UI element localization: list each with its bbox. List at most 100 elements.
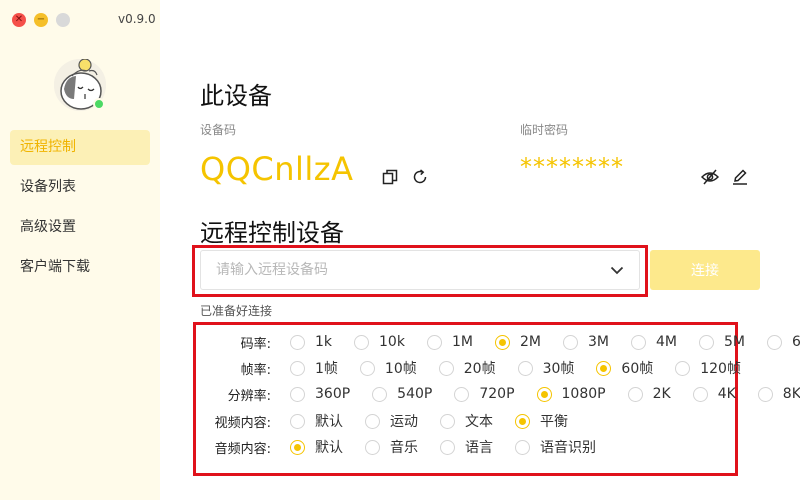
- bitrate-option[interactable]: 10k: [354, 334, 405, 350]
- sidebar-item-device-list[interactable]: 设备列表: [10, 170, 150, 205]
- radio-button[interactable]: [290, 386, 305, 402]
- resolution-option[interactable]: 8K: [757, 386, 800, 402]
- radio-button[interactable]: [372, 386, 388, 402]
- window-maximize-button[interactable]: [56, 13, 70, 27]
- audio-content-option[interactable]: 默认: [290, 437, 343, 457]
- radio-button[interactable]: [698, 334, 714, 350]
- radio-button[interactable]: [596, 360, 612, 376]
- radio-label: 540P: [397, 386, 433, 402]
- radio-label: 语言: [465, 440, 493, 456]
- main-panel: 此设备 设备码 临时密码 QQCnllzA ******** 远程控制设备 请输…: [160, 0, 800, 500]
- bitrate-option[interactable]: 5M: [698, 334, 745, 350]
- sidebar-item-client-download[interactable]: 客户端下载: [10, 250, 150, 285]
- framerate-option[interactable]: 60帧: [596, 358, 653, 378]
- radio-button[interactable]: [290, 439, 305, 455]
- radio-button[interactable]: [354, 334, 370, 350]
- framerate-option[interactable]: 120帧: [675, 358, 741, 378]
- radio-button[interactable]: [630, 334, 646, 350]
- radio-label: 3M: [587, 334, 609, 350]
- radio-label: 10帧: [384, 361, 417, 377]
- window-close-button[interactable]: ✕: [12, 13, 26, 27]
- radio-button[interactable]: [438, 360, 454, 376]
- radio-label: 运动: [390, 414, 418, 430]
- radio-button[interactable]: [675, 360, 691, 376]
- radio-label: 8K: [782, 386, 800, 402]
- radio-label: 720P: [479, 386, 515, 402]
- refresh-device-code-button[interactable]: [410, 167, 430, 187]
- sidebar-item-remote-control[interactable]: 远程控制: [10, 130, 150, 165]
- resolution-option[interactable]: 4K: [692, 386, 736, 402]
- video-content-option[interactable]: 默认: [290, 411, 343, 431]
- edit-password-button[interactable]: [730, 167, 750, 187]
- video-content-option[interactable]: 文本: [440, 411, 493, 431]
- radio-label: 360P: [315, 386, 351, 402]
- bitrate-option[interactable]: 3M: [562, 334, 609, 350]
- radio-label: 音乐: [390, 440, 418, 456]
- window-minimize-button[interactable]: −: [34, 13, 48, 27]
- radio-button[interactable]: [627, 386, 643, 402]
- bitrate-label: 码率:: [240, 336, 271, 352]
- radio-button[interactable]: [365, 439, 380, 455]
- sidebar-item-advanced-settings[interactable]: 高级设置: [10, 210, 150, 245]
- remote-device-select[interactable]: [200, 250, 640, 290]
- connect-button[interactable]: 连接: [650, 250, 760, 290]
- radio-label: 30帧: [542, 361, 575, 377]
- device-code-value: QQCnllzA: [200, 150, 354, 188]
- video-content-option[interactable]: 平衡: [515, 411, 568, 431]
- resolution-option[interactable]: 1080P: [536, 386, 606, 402]
- bitrate-option[interactable]: 4M: [630, 334, 677, 350]
- radio-button[interactable]: [562, 334, 578, 350]
- radio-button[interactable]: [359, 360, 375, 376]
- sidebar: ✕ − v0.9.0 远程控制 设备列表 高级设置 客户端下载: [0, 0, 160, 500]
- bitrate-option[interactable]: 6M: [766, 334, 800, 350]
- video-content-radio-group: 默认 运动 文本 平衡: [290, 411, 568, 431]
- radio-button[interactable]: [515, 413, 530, 429]
- bitrate-option[interactable]: 1k: [290, 334, 332, 350]
- refresh-icon: [413, 169, 427, 184]
- remote-control-title: 远程控制设备: [200, 219, 344, 247]
- resolution-option[interactable]: 360P: [290, 386, 350, 402]
- resolution-option[interactable]: 720P: [454, 386, 515, 402]
- radio-button[interactable]: [454, 386, 470, 402]
- resolution-option[interactable]: 540P: [372, 386, 432, 402]
- framerate-option[interactable]: 20帧: [438, 358, 496, 378]
- audio-content-option[interactable]: 音乐: [365, 437, 418, 457]
- radio-button[interactable]: [426, 334, 442, 350]
- video-content-option[interactable]: 运动: [365, 411, 418, 431]
- this-device-title: 此设备: [200, 82, 272, 110]
- radio-button[interactable]: [536, 386, 552, 402]
- temp-password-value: ********: [520, 153, 624, 181]
- radio-label: 10k: [379, 334, 405, 350]
- radio-button[interactable]: [517, 360, 533, 376]
- resolution-label: 分辨率:: [227, 388, 271, 404]
- bitrate-option[interactable]: 2M: [494, 334, 541, 350]
- copy-device-code-button[interactable]: [380, 167, 400, 187]
- chevron-down-icon[interactable]: [609, 262, 625, 278]
- framerate-option[interactable]: 1帧: [290, 358, 338, 378]
- radio-button[interactable]: [515, 439, 530, 455]
- toggle-password-visibility-button[interactable]: [700, 167, 720, 187]
- radio-button[interactable]: [692, 386, 708, 402]
- radio-label: 默认: [315, 414, 343, 430]
- radio-label: 4K: [717, 386, 736, 402]
- radio-button[interactable]: [440, 439, 455, 455]
- remote-device-code-input[interactable]: [201, 251, 601, 289]
- framerate-option[interactable]: 30帧: [517, 358, 575, 378]
- radio-button[interactable]: [290, 334, 305, 350]
- radio-button[interactable]: [440, 413, 455, 429]
- framerate-option[interactable]: 10帧: [359, 358, 417, 378]
- radio-button[interactable]: [766, 334, 782, 350]
- bitrate-option[interactable]: 1M: [426, 334, 473, 350]
- radio-button[interactable]: [757, 386, 773, 402]
- radio-button[interactable]: [290, 360, 305, 376]
- bitrate-radio-group: 1k 10k 1M 2M 3M 4M 5M 6M: [290, 334, 800, 350]
- audio-content-option[interactable]: 语音识别: [515, 437, 596, 457]
- radio-button[interactable]: [494, 334, 510, 350]
- radio-label: 默认: [315, 440, 343, 456]
- radio-button[interactable]: [365, 413, 380, 429]
- radio-button[interactable]: [290, 413, 305, 429]
- audio-content-option[interactable]: 语言: [440, 437, 493, 457]
- audio-content-radio-group: 默认 音乐 语言 语音识别: [290, 437, 596, 457]
- radio-label: 5M: [723, 334, 745, 350]
- resolution-option[interactable]: 2K: [627, 386, 671, 402]
